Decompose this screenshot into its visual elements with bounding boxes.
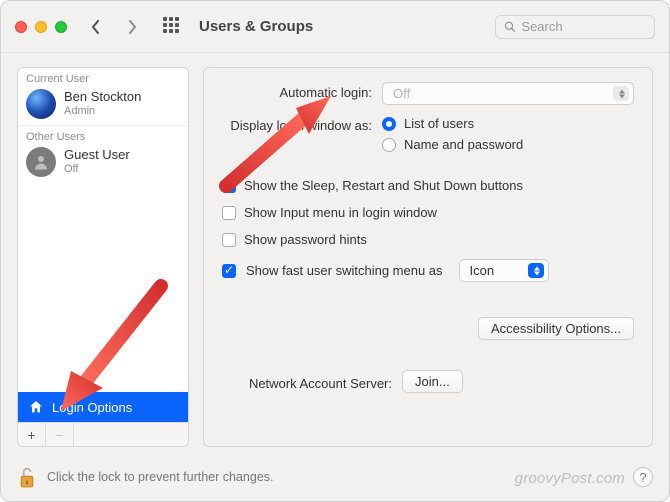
accessibility-options-button[interactable]: Accessibility Options... bbox=[478, 317, 634, 340]
checkbox-icon bbox=[222, 179, 236, 193]
show-all-prefs-button[interactable] bbox=[163, 17, 183, 37]
search-input[interactable] bbox=[521, 19, 646, 34]
remove-user-button: − bbox=[46, 423, 74, 446]
user-name-label: Ben Stockton bbox=[64, 90, 141, 105]
search-field[interactable] bbox=[495, 15, 655, 39]
network-account-server-label: Network Account Server: bbox=[222, 373, 392, 391]
minimize-window-icon[interactable] bbox=[35, 21, 47, 33]
search-icon bbox=[504, 20, 515, 33]
radio-icon bbox=[382, 117, 396, 131]
checkbox-show-sleep-restart[interactable]: Show the Sleep, Restart and Shut Down bu… bbox=[222, 177, 634, 194]
window-traffic-lights[interactable] bbox=[15, 21, 67, 33]
fast-switching-popup[interactable]: Icon bbox=[459, 259, 549, 282]
radio-label: Name and password bbox=[404, 137, 523, 152]
avatar bbox=[26, 147, 56, 177]
user-status-label: Off bbox=[64, 163, 130, 176]
add-user-button[interactable]: + bbox=[18, 423, 46, 446]
checkbox-label: Show Input menu in login window bbox=[244, 205, 437, 220]
close-window-icon[interactable] bbox=[15, 21, 27, 33]
fast-switching-value: Icon bbox=[470, 263, 495, 278]
home-icon bbox=[28, 399, 44, 415]
checkbox-icon bbox=[222, 233, 236, 247]
lock-text: Click the lock to prevent further change… bbox=[47, 470, 274, 484]
window-title: Users & Groups bbox=[199, 18, 313, 35]
checkbox-icon bbox=[222, 264, 236, 278]
radio-list-of-users[interactable]: List of users bbox=[382, 115, 634, 132]
login-options-panel: Automatic login: Off Display login windo… bbox=[203, 67, 653, 447]
user-name-label: Guest User bbox=[64, 148, 130, 163]
sidebar-item-guest-user[interactable]: Guest User Off bbox=[18, 143, 188, 183]
sidebar-section-other: Other Users bbox=[18, 125, 188, 143]
checkbox-show-password-hints[interactable]: Show password hints bbox=[222, 231, 634, 248]
radio-icon bbox=[382, 138, 396, 152]
lock-icon[interactable] bbox=[17, 465, 37, 489]
automatic-login-label: Automatic login: bbox=[222, 82, 372, 100]
watermark: groovyPost.com bbox=[515, 470, 625, 487]
checkbox-show-input-menu[interactable]: Show Input menu in login window bbox=[222, 204, 634, 221]
automatic-login-popup[interactable]: Off bbox=[382, 82, 634, 105]
users-sidebar: Current User Ben Stockton Admin Other Us… bbox=[17, 67, 189, 447]
back-button[interactable] bbox=[83, 15, 109, 39]
checkbox-label: Show password hints bbox=[244, 232, 367, 247]
avatar bbox=[26, 89, 56, 119]
chevron-updown-icon bbox=[619, 89, 625, 98]
help-button[interactable]: ? bbox=[633, 467, 653, 487]
forward-button bbox=[119, 15, 145, 39]
radio-name-password[interactable]: Name and password bbox=[382, 136, 634, 153]
zoom-window-icon[interactable] bbox=[55, 21, 67, 33]
radio-label: List of users bbox=[404, 116, 474, 131]
display-login-label: Display login window as: bbox=[222, 115, 372, 133]
join-button[interactable]: Join... bbox=[402, 370, 463, 393]
checkbox-fast-user-switching[interactable]: Show fast user switching menu as Icon bbox=[222, 258, 634, 283]
checkbox-label: Show fast user switching menu as bbox=[246, 263, 443, 278]
sidebar-item-current-user[interactable]: Ben Stockton Admin bbox=[18, 85, 188, 125]
chevron-updown-icon bbox=[534, 266, 540, 275]
sidebar-item-login-options[interactable]: Login Options bbox=[18, 392, 188, 422]
automatic-login-value: Off bbox=[393, 86, 410, 101]
user-role-label: Admin bbox=[64, 105, 141, 118]
sidebar-section-current: Current User bbox=[18, 68, 188, 85]
checkbox-label: Show the Sleep, Restart and Shut Down bu… bbox=[244, 178, 523, 193]
checkbox-icon bbox=[222, 206, 236, 220]
login-options-label: Login Options bbox=[52, 400, 132, 415]
